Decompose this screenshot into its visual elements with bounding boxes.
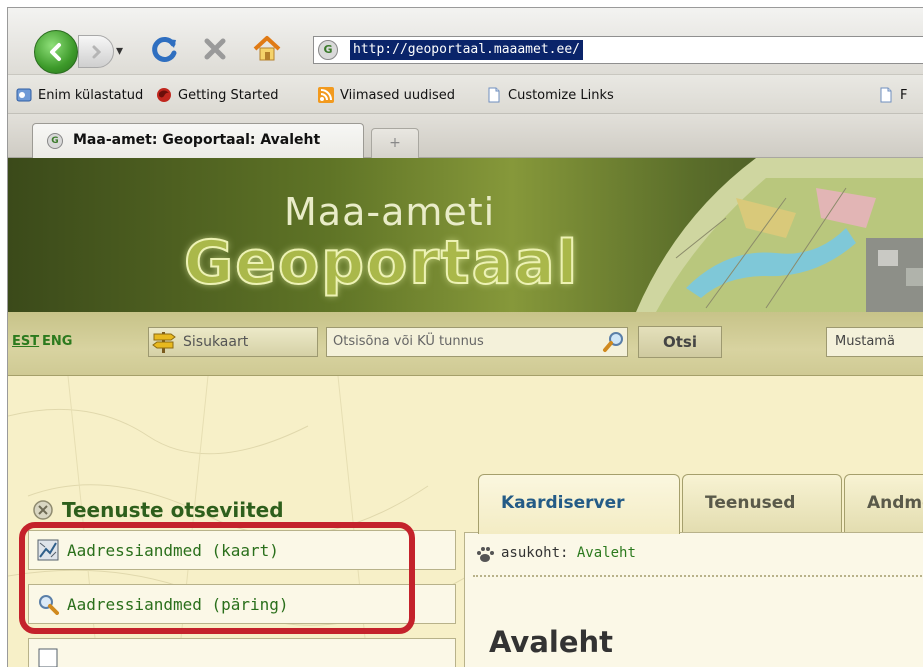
page-icon [878,87,894,103]
banner-map-image [636,158,923,312]
sidebar-heading[interactable]: Teenuste otseviited [32,498,284,522]
bookmarks-toolbar: Enim külastatud Getting Started Viimased… [8,74,923,114]
url-text[interactable]: http://geoportaal.maaamet.ee/ [350,40,583,60]
sitemap-label: Sisukaart [183,334,249,350]
search-button[interactable]: Otsi [638,326,722,358]
breadcrumb-link-avaleht[interactable]: Avaleht [577,545,636,561]
bookmark-label: F [900,87,908,103]
highlight-annotation [19,522,415,634]
address-bar[interactable]: G http://geoportaal.maaamet.ee/ [313,36,923,64]
site-banner: Maa-ameti Geoportaal [8,158,923,312]
content-area: Kaardiserver Teenused Andmed Teenuste ot… [8,376,923,667]
breadcrumb-divider [473,575,923,577]
banner-title: Geoportaal [183,227,580,299]
signpost-icon [152,332,176,353]
stop-button[interactable] [198,32,232,66]
site-favicon-icon: G [318,40,338,60]
tab-andmed[interactable]: Andmed [844,474,923,532]
browser-tab-active[interactable]: G Maa-amet: Geoportaal: Avaleht [32,123,364,158]
browser-window: ▾ G http://geoportaal.maaamet.ee/ Enim k… [7,7,923,667]
close-icon [204,38,226,60]
search-icon[interactable] [602,331,626,353]
rss-icon [318,87,334,103]
bookmark-label: Getting Started [178,87,279,103]
bookmark-label: Customize Links [508,87,614,103]
tab-strip: G Maa-amet: Geoportaal: Avaleht + [8,114,923,158]
firefox-icon [156,87,172,103]
bookmark-label: Viimased uudised [340,87,455,103]
back-button[interactable] [34,30,78,74]
tab-teenused[interactable]: Teenused [682,474,842,532]
breadcrumb: asukoht: Avaleht [501,545,636,561]
place-search-input[interactable]: Mustamä [826,327,923,357]
document-icon [38,648,58,667]
breadcrumb-label: asukoht: [501,545,569,561]
bookmark-viimased-uudised[interactable]: Viimased uudised [318,84,455,106]
history-dropdown-icon[interactable]: ▾ [116,43,123,59]
forward-button[interactable] [78,35,114,68]
site-toolbar: EST ENG Sisukaart Otsisõna või KÜ tunnus… [8,312,923,376]
sidebar-heading-label: Teenuste otseviited [62,498,284,522]
new-tab-button[interactable]: + [371,128,419,158]
lang-eng-link[interactable]: ENG [42,334,72,349]
arrow-right-icon [92,45,102,58]
bookmark-getting-started[interactable]: Getting Started [156,84,279,106]
page-icon [486,87,502,103]
sidebar-item-partial[interactable] [28,638,456,667]
tab-kaardiserver[interactable]: Kaardiserver [478,474,680,534]
web-page: Maa-ameti Geoportaal EST ENG Sisukaart O… [8,158,923,667]
page-title: Avaleht [489,625,614,659]
bookmark-label: Enim külastatud [38,87,144,103]
bookmark-customize-links[interactable]: Customize Links [486,84,614,106]
sitemap-button[interactable]: Sisukaart [148,327,318,357]
paw-icon [477,547,494,562]
tab-title: Maa-amet: Geoportaal: Avaleht [73,132,321,148]
bookmark-truncated[interactable]: F [878,84,907,106]
home-button[interactable] [250,32,284,66]
lang-est-link[interactable]: EST [12,334,39,349]
reload-icon [152,37,177,62]
bookmark-most-visited[interactable]: Enim külastatud [16,84,143,106]
home-icon [253,36,281,61]
navigation-toolbar: ▾ G http://geoportaal.maaamet.ee/ [8,8,923,74]
reload-button[interactable] [148,32,182,66]
collapse-icon[interactable] [32,499,54,521]
site-favicon-icon: G [47,133,63,149]
main-panel: asukoht: Avaleht Avaleht [464,532,923,667]
arrow-left-icon [50,43,61,61]
most-visited-icon [16,87,32,103]
search-input[interactable]: Otsisõna või KÜ tunnus [326,327,628,357]
